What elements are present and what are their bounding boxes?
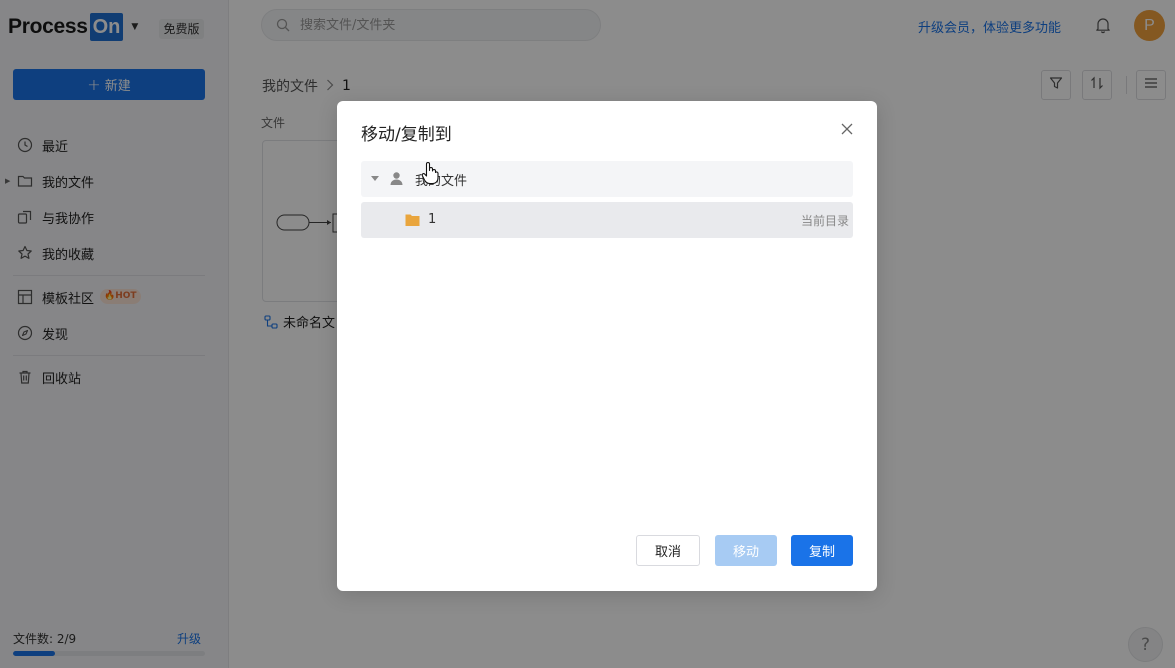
current-directory-tag: 当前目录 [800, 214, 849, 228]
close-icon[interactable] [837, 119, 857, 139]
move-button[interactable]: 移动 [715, 535, 777, 566]
move-copy-dialog: 移动/复制到 我的文件 1 当前目录 取消 移动 复制 [337, 101, 877, 591]
cancel-button[interactable]: 取消 [636, 535, 700, 566]
folder-icon [405, 213, 420, 227]
copy-button[interactable]: 复制 [791, 535, 853, 566]
tree-item-folder-1[interactable]: 1 当前目录 [361, 202, 853, 238]
user-icon [389, 171, 404, 186]
dialog-title: 移动/复制到 [361, 125, 452, 145]
tree-item-label: 1 [428, 212, 437, 227]
caret-down-icon[interactable] [371, 176, 379, 181]
hand-cursor-icon [421, 161, 439, 185]
